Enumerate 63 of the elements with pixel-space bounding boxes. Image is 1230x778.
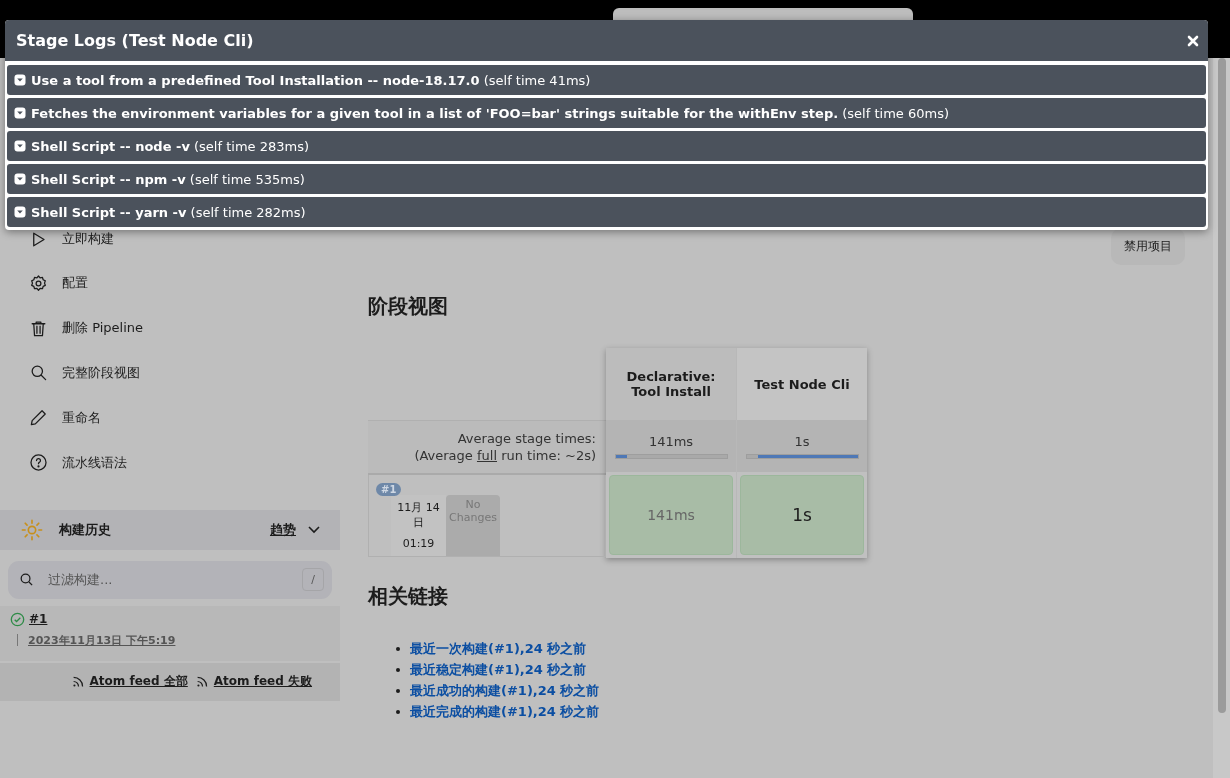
weather-sun-icon — [21, 519, 43, 541]
help-icon — [29, 453, 48, 473]
stage-header: Test Node Cli — [737, 348, 867, 420]
filter-input[interactable]: 过滤构建... — [46, 571, 302, 589]
stage-view-heading: 阶段视图 — [368, 293, 449, 320]
task-link[interactable]: 删除 Pipeline — [62, 319, 143, 338]
task-link[interactable]: 流水线语法 — [62, 453, 127, 472]
chevron-down-icon[interactable] — [308, 526, 320, 534]
log-step-text: Shell Script -- node -v (self time 283ms) — [31, 138, 309, 154]
gear-icon — [29, 273, 48, 293]
log-step-text: Shell Script -- npm -v (self time 535ms) — [31, 171, 305, 187]
log-step-row[interactable]: Use a tool from a predefined Tool Installation -- node-18.17.0 (self time 41ms) — [7, 65, 1206, 95]
run-time: 01:19 — [402, 537, 435, 550]
search-icon — [29, 363, 48, 383]
build-history-title: 构建历史 — [59, 521, 112, 539]
shortcut-key: / — [302, 568, 324, 592]
dialog-title: Stage Logs (Test Node Cli) — [16, 31, 255, 50]
rss-icon — [71, 675, 85, 689]
atom-feed-link[interactable]: Atom feed 失败 — [213, 673, 312, 691]
task-link[interactable]: 完整阶段视图 — [62, 364, 140, 382]
filter-field[interactable]: 过滤构建... / — [8, 561, 332, 599]
stage-result-cell[interactable]: 1s — [740, 475, 864, 555]
task-link[interactable]: 重命名 — [62, 408, 101, 427]
related-link[interactable]: 最近成功的构建(#1),24 秒之前 — [410, 681, 600, 700]
expand-icon — [14, 206, 26, 218]
expand-icon — [14, 173, 26, 185]
related-link[interactable]: 最近一次构建(#1),24 秒之前 — [410, 639, 587, 658]
related-link[interactable]: 最近完成的构建(#1),24 秒之前 — [410, 702, 600, 721]
log-step-row[interactable]: Shell Script -- yarn -v (self time 282ms) — [7, 197, 1206, 227]
bullet — [396, 709, 400, 714]
average-stage-times-label: Average stage times: — [457, 431, 596, 446]
expand-icon — [14, 107, 26, 119]
build-date-link[interactable]: 2023年11月13日 下午5:19 — [28, 633, 176, 648]
disable-project-button[interactable]: 禁用项目 — [1111, 228, 1185, 265]
build-link[interactable]: #1 — [29, 612, 48, 627]
close-icon[interactable] — [1187, 34, 1199, 47]
expand-icon — [14, 74, 26, 86]
task-link[interactable]: 立即构建 — [62, 230, 114, 248]
log-step-row[interactable]: Shell Script -- npm -v (self time 535ms) — [7, 164, 1206, 194]
scrollbar[interactable] — [1213, 58, 1230, 778]
stage-average-time: 141ms — [648, 433, 694, 449]
pencil-icon — [29, 408, 48, 428]
related-links-heading: 相关链接 — [368, 583, 449, 610]
log-step-row[interactable]: Fetches the environment variables for a given tool in a list of 'FOO=bar' strings suitable for the withEnv step. (self time 60ms) — [7, 98, 1206, 128]
log-step-text: Use a tool from a predefined Tool Installation -- node-18.17.0 (self time 41ms) — [31, 72, 591, 88]
success-check-icon — [10, 612, 25, 627]
stage-header: Declarative: Tool Install — [606, 348, 736, 420]
bullet — [396, 667, 400, 672]
rss-icon — [195, 675, 209, 689]
bullet — [396, 646, 400, 651]
stage-average-time: 1s — [794, 433, 810, 449]
task-link[interactable]: 配置 — [62, 274, 88, 293]
atom-feed-link[interactable]: Atom feed 全部 — [89, 673, 188, 691]
bullet — [396, 688, 400, 693]
log-step-row[interactable]: Shell Script -- node -v (self time 283ms) — [7, 131, 1206, 161]
trend-link[interactable]: 趋势 — [270, 521, 296, 539]
run-date: 11月 14 日 — [396, 500, 441, 530]
search-icon — [19, 572, 34, 588]
expand-icon — [14, 140, 26, 152]
average-run-time-label: (Average full run time: ~2s) — [414, 448, 596, 463]
log-step-text: Fetches the environment variables for a given tool in a list of 'FOO=bar' strings suitable for the withEnv step. (self time 60ms) — [31, 105, 949, 121]
log-step-text: Shell Script -- yarn -v (self time 282ms) — [31, 204, 306, 220]
related-link[interactable]: 最近稳定构建(#1),24 秒之前 — [410, 660, 587, 679]
